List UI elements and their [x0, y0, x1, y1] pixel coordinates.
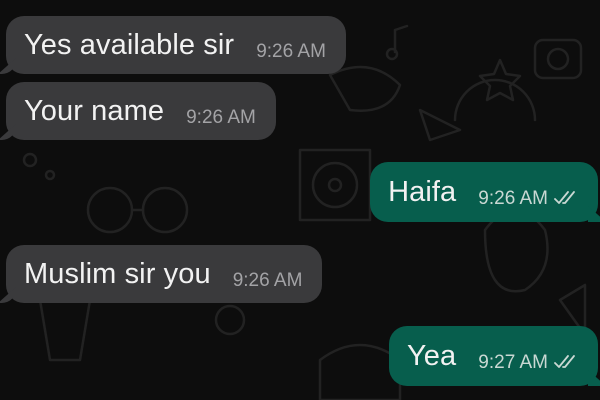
message-timestamp: 9:26 AM — [186, 107, 256, 128]
chat-view[interactable]: Yes available sir 9:26 AM Your name 9:26… — [0, 0, 600, 400]
message-bubble-incoming[interactable]: Your name 9:26 AM — [6, 82, 276, 140]
message-timestamp: 9:26 AM — [478, 188, 548, 209]
music-note-doodle-icon — [393, 24, 409, 54]
lips-doodle-icon — [328, 65, 402, 112]
message-timestamp: 9:26 AM — [256, 41, 326, 62]
double-check-icon — [554, 191, 575, 204]
message-timestamp: 9:27 AM — [478, 352, 548, 373]
double-check-icon — [554, 355, 575, 368]
message-bubble-incoming[interactable]: Yes available sir 9:26 AM — [6, 16, 346, 74]
message-text: Yea — [407, 339, 457, 372]
message-text: Muslim sir you — [24, 257, 211, 290]
cake-doodle-icon — [318, 343, 402, 400]
camera-doodle-icon — [533, 38, 583, 80]
message-text: Your name — [24, 94, 165, 127]
monster-doodle-icon — [483, 208, 549, 293]
message-text: Haifa — [388, 175, 457, 208]
glasses-doodle-icon — [86, 186, 134, 234]
message-bubble-incoming[interactable]: Muslim sir you 9:26 AM — [6, 245, 323, 303]
vinyl-box-doodle-icon — [298, 148, 372, 222]
message-timestamp: 9:26 AM — [232, 270, 303, 291]
cup-doodle-icon — [38, 298, 92, 362]
message-text: Yes available sir — [24, 28, 235, 61]
message-bubble-outgoing[interactable]: Yea 9:27 AM — [389, 326, 598, 386]
message-bubble-outgoing[interactable]: Haifa 9:26 AM — [370, 162, 598, 222]
arc-doodle-icon — [453, 78, 537, 122]
